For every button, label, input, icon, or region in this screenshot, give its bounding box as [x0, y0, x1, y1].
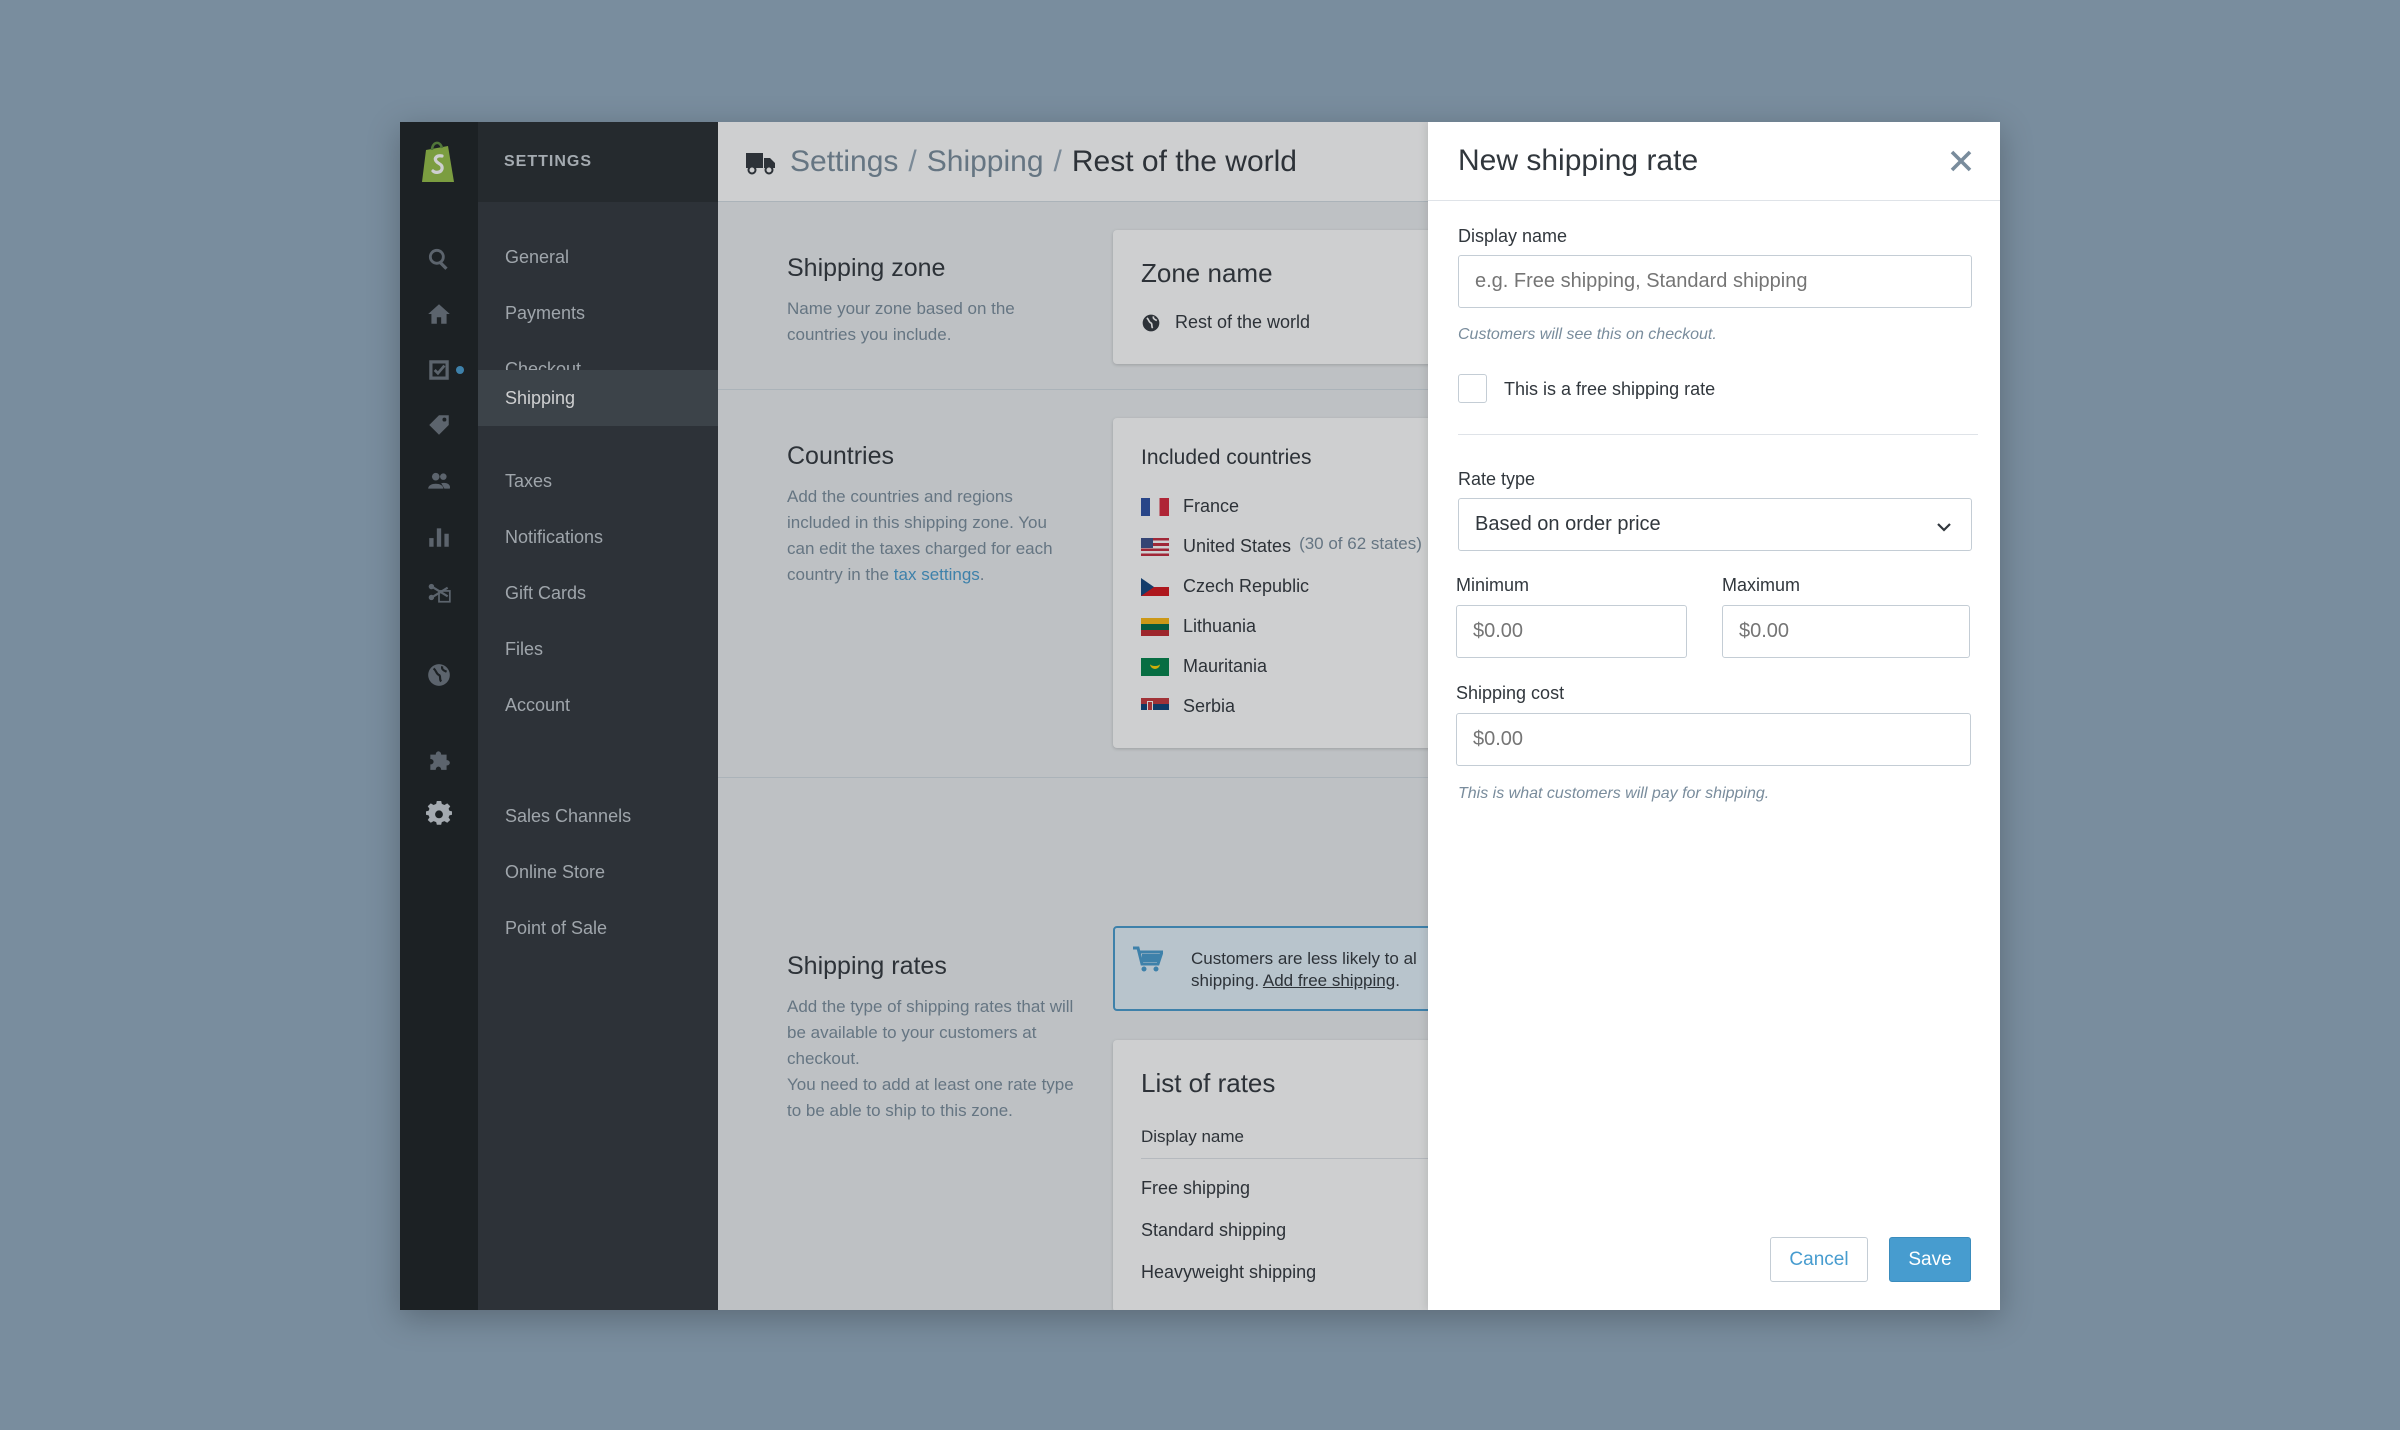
app-window: SETTINGS General Payments Checkout Shipp…: [400, 122, 2000, 1310]
shipping-cost-input[interactable]: [1456, 713, 1971, 766]
shipping-cost-help: This is what customers will pay for ship…: [1458, 785, 1770, 802]
display-name-help: Customers will see this on checkout.: [1458, 326, 1717, 343]
close-icon[interactable]: [1944, 144, 1978, 178]
shipping-cost-label: Shipping cost: [1456, 683, 1565, 703]
minimum-label: Minimum: [1456, 575, 1530, 595]
maximum-label: Maximum: [1722, 575, 1801, 595]
rate-type-select[interactable]: Based on order price: [1458, 498, 1972, 551]
cancel-button[interactable]: Cancel: [1770, 1237, 1868, 1282]
display-name-label: Display name: [1458, 226, 1568, 246]
save-button[interactable]: Save: [1889, 1237, 1971, 1282]
rate-type-label: Rate type: [1458, 469, 1536, 489]
panel-title: New shipping rate: [1458, 144, 1699, 177]
chevron-down-icon: [1935, 517, 1953, 532]
free-shipping-rate-checkbox[interactable]: [1458, 374, 1487, 403]
maximum-input[interactable]: [1722, 605, 1970, 658]
rate-type-value: Based on order price: [1475, 513, 1661, 535]
free-shipping-rate-label[interactable]: This is a free shipping rate: [1504, 379, 1715, 400]
new-shipping-rate-panel: New shipping rate Display name Customers…: [1428, 122, 2000, 1310]
display-name-input[interactable]: [1458, 255, 1972, 308]
panel-divider: [1458, 434, 1978, 435]
minimum-input[interactable]: [1456, 605, 1687, 658]
panel-header: New shipping rate: [1428, 122, 2000, 201]
